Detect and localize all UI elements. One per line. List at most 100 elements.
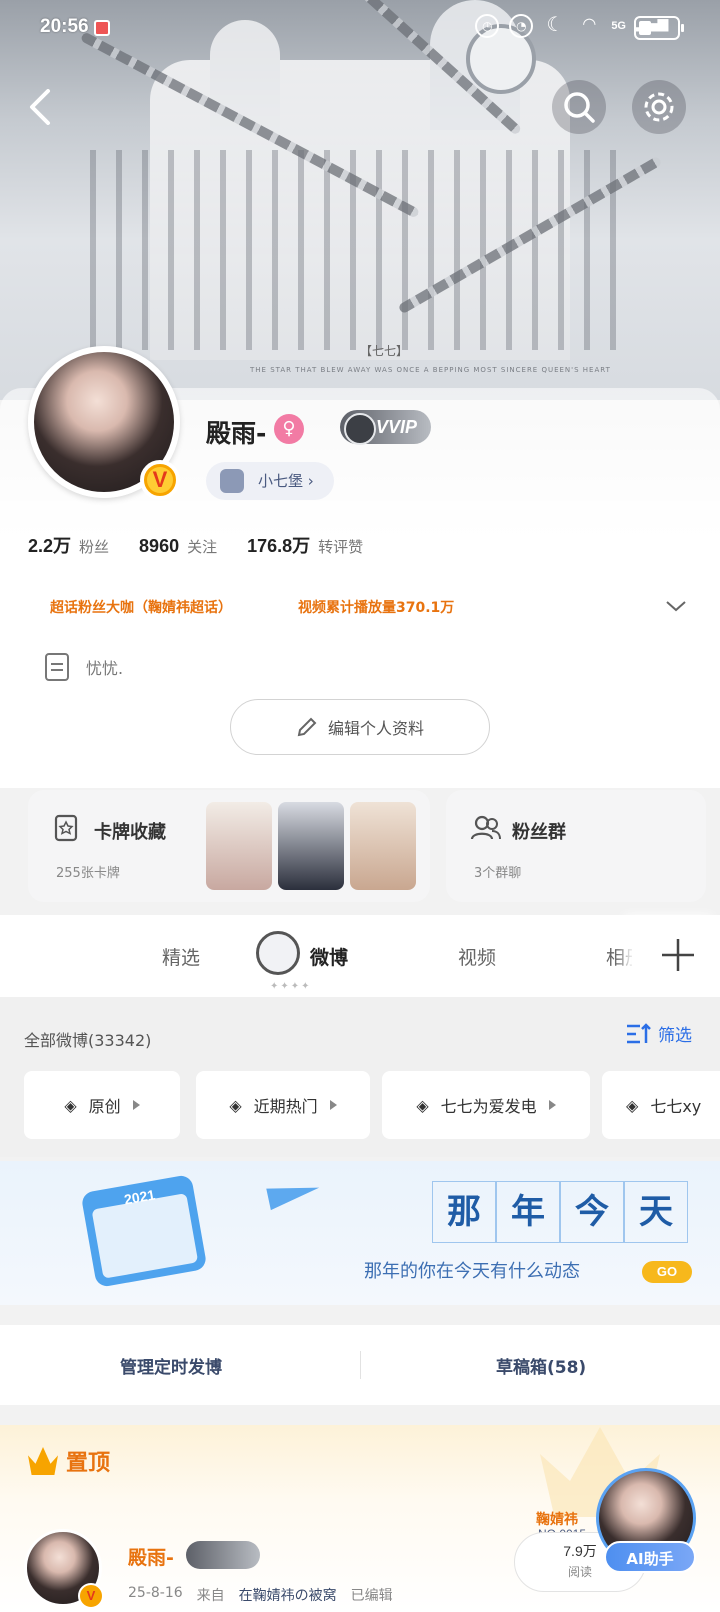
fortress-label: 小七堡 › [258, 472, 314, 490]
stat-following[interactable]: 8960 关注 [139, 536, 217, 557]
vvip-badge [186, 1541, 260, 1569]
profile-tags: 超话粉丝大咖（鞠婧祎超话） 视频累计播放量370.1万 [50, 597, 454, 617]
stat-number: 2.2万 [28, 536, 72, 556]
tag-supertopic[interactable]: 超话粉丝大咖（鞠婧祎超话） [50, 597, 232, 617]
post-meta: 25-8-16 来自 在鞠婧祎の被窝 已编辑 [128, 1585, 393, 1605]
caret-right-icon [548, 1100, 556, 1110]
cover-caption: 【七七】 [360, 344, 409, 358]
chip-label: 近期热门 [253, 1097, 318, 1116]
tab-weibo[interactable]: 微博 [310, 943, 348, 970]
stat-label: 关注 [187, 538, 218, 556]
fan-label: 鞠婧祎 [536, 1512, 578, 1528]
document-icon [45, 653, 69, 681]
chip-label: 原创 [88, 1097, 121, 1116]
post-source[interactable]: 在鞠婧祎の被窝 [239, 1585, 337, 1605]
scheduled-posts-button[interactable]: 管理定时发博 [120, 1353, 222, 1378]
verified-badge-icon: V [140, 460, 180, 500]
profile-name: 殿雨- [206, 419, 267, 448]
paper-plane-illustration [266, 1177, 322, 1211]
stat-followers[interactable]: 2.2万 粉丝 [28, 532, 109, 558]
all-weibo-count: 全部微博(33342) [24, 1031, 152, 1050]
stat-number: 176.8万 [247, 536, 311, 556]
card-collection[interactable]: 卡牌收藏 255张卡牌 [28, 790, 430, 902]
notification-icon [94, 20, 110, 36]
bio-row: 忧忧. [44, 652, 123, 682]
wifi-icon: ◠ [583, 14, 596, 33]
content-tabs: 精选 微博 ✦✦✦✦ 视频 相册 [0, 915, 720, 997]
drafts-button[interactable]: 草稿箱(58) [496, 1353, 586, 1378]
chip-recent-hot[interactable]: ◈ 近期热门 [196, 1071, 370, 1139]
title-char: 今 [560, 1181, 624, 1243]
search-button[interactable] [552, 80, 606, 134]
search-icon [564, 92, 595, 123]
gear-icon [644, 92, 674, 122]
on-this-day-title: 那 年 今 天 [432, 1181, 688, 1243]
card-thumbnail[interactable] [206, 802, 272, 890]
back-button[interactable] [14, 80, 68, 134]
filter-icon [627, 1022, 651, 1043]
vvip-badge[interactable]: VVIP [340, 410, 432, 445]
add-tab-button[interactable] [632, 915, 720, 997]
tab-active-indicator: ✦✦✦✦ [270, 981, 312, 992]
fans-group-title: 粉丝群 [512, 822, 566, 843]
back-arrow-icon [30, 89, 50, 125]
users-icon [470, 815, 501, 840]
card-collection-count: 255张卡牌 [56, 866, 120, 881]
tab-video[interactable]: 视频 [458, 943, 496, 970]
status-bar: 20:56 ◷ ◔ ☾ ◠ 5G ▂▄▆ [0, 0, 720, 56]
chip-label: 七七xy [650, 1097, 702, 1116]
chip-qiqi-power[interactable]: ◈ 七七为爱发电 [382, 1071, 590, 1139]
manage-row: 管理定时发博 草稿箱(58) [0, 1325, 720, 1405]
weibo-tab-icon [256, 931, 300, 975]
network-type: 5G [611, 20, 626, 32]
title-char: 天 [624, 1181, 688, 1243]
card-collection-title: 卡牌收藏 [94, 822, 166, 843]
card-collection-icon [54, 814, 78, 842]
pinned-title: 置顶 [66, 1451, 111, 1476]
go-button[interactable]: GO [642, 1261, 692, 1283]
caret-right-icon [329, 1100, 337, 1110]
card-thumbnail[interactable] [350, 802, 416, 890]
filter-label: 筛选 [658, 1026, 692, 1046]
title-char: 年 [496, 1181, 560, 1243]
chip-qiqi-xy[interactable]: ◈ 七七xy [602, 1071, 720, 1139]
ai-assistant-button[interactable]: AI助手 [604, 1541, 696, 1573]
on-this-day-subtitle: 那年的你在今天有什么动态 [364, 1261, 580, 1282]
alarm-icon: ◷ [475, 14, 500, 38]
female-icon: ♀ [274, 414, 304, 444]
title-char: 那 [432, 1181, 496, 1243]
post-date: 25-8-16 [128, 1585, 183, 1601]
filter-button[interactable]: 筛选 [626, 1021, 692, 1046]
card-thumbnail[interactable] [278, 802, 344, 890]
profile-stats: 2.2万 粉丝 8960 关注 176.8万 转评赞 [28, 532, 363, 558]
verified-badge-icon: V [78, 1583, 104, 1609]
caret-right-icon [132, 1100, 140, 1110]
stat-likes[interactable]: 176.8万 转评赞 [247, 532, 363, 558]
layers-icon: ◈ [64, 1095, 77, 1115]
tab-featured[interactable]: 精选 [162, 943, 200, 970]
fortress-icon [220, 469, 244, 493]
settings-button[interactable] [632, 80, 686, 134]
stat-label: 转评赞 [318, 538, 364, 556]
data-saver-icon: ◔ [509, 14, 534, 38]
edit-profile-label: 编辑个人资料 [327, 719, 424, 738]
divider [360, 1351, 361, 1379]
expand-button[interactable] [664, 594, 688, 618]
status-time: 20:56 [40, 16, 89, 37]
profile-cover-image[interactable]: 【七七】 THE STAR THAT BLEW AWAY WAS ONCE A … [0, 0, 720, 400]
fans-group-count: 3个群聊 [474, 866, 522, 881]
crown-icon [28, 1447, 58, 1475]
stat-label: 粉丝 [79, 538, 110, 556]
tag-video-plays[interactable]: 视频累计播放量370.1万 [298, 597, 454, 617]
post-author-name[interactable]: 殿雨- [128, 1543, 174, 1570]
post-edited: 已编辑 [350, 1588, 393, 1604]
chip-label: 七七为爱发电 [440, 1097, 537, 1116]
filter-bar: 全部微博(33342) 筛选 ◈ 原创 ◈ 近期热门 ◈ 七七为爱发电 ◈ 七七… [0, 997, 720, 1157]
on-this-day-banner[interactable]: 2021 那 年 今 天 那年的你在今天有什么动态 GO [0, 1161, 720, 1305]
edit-profile-button[interactable]: 编辑个人资料 [230, 699, 490, 755]
chip-original[interactable]: ◈ 原创 [24, 1071, 180, 1139]
card-fans-group[interactable]: 粉丝群 3个群聊 [446, 790, 706, 902]
stat-number: 8960 [139, 536, 180, 556]
plus-icon [662, 939, 694, 971]
fortress-link[interactable]: 小七堡 › [206, 462, 334, 500]
